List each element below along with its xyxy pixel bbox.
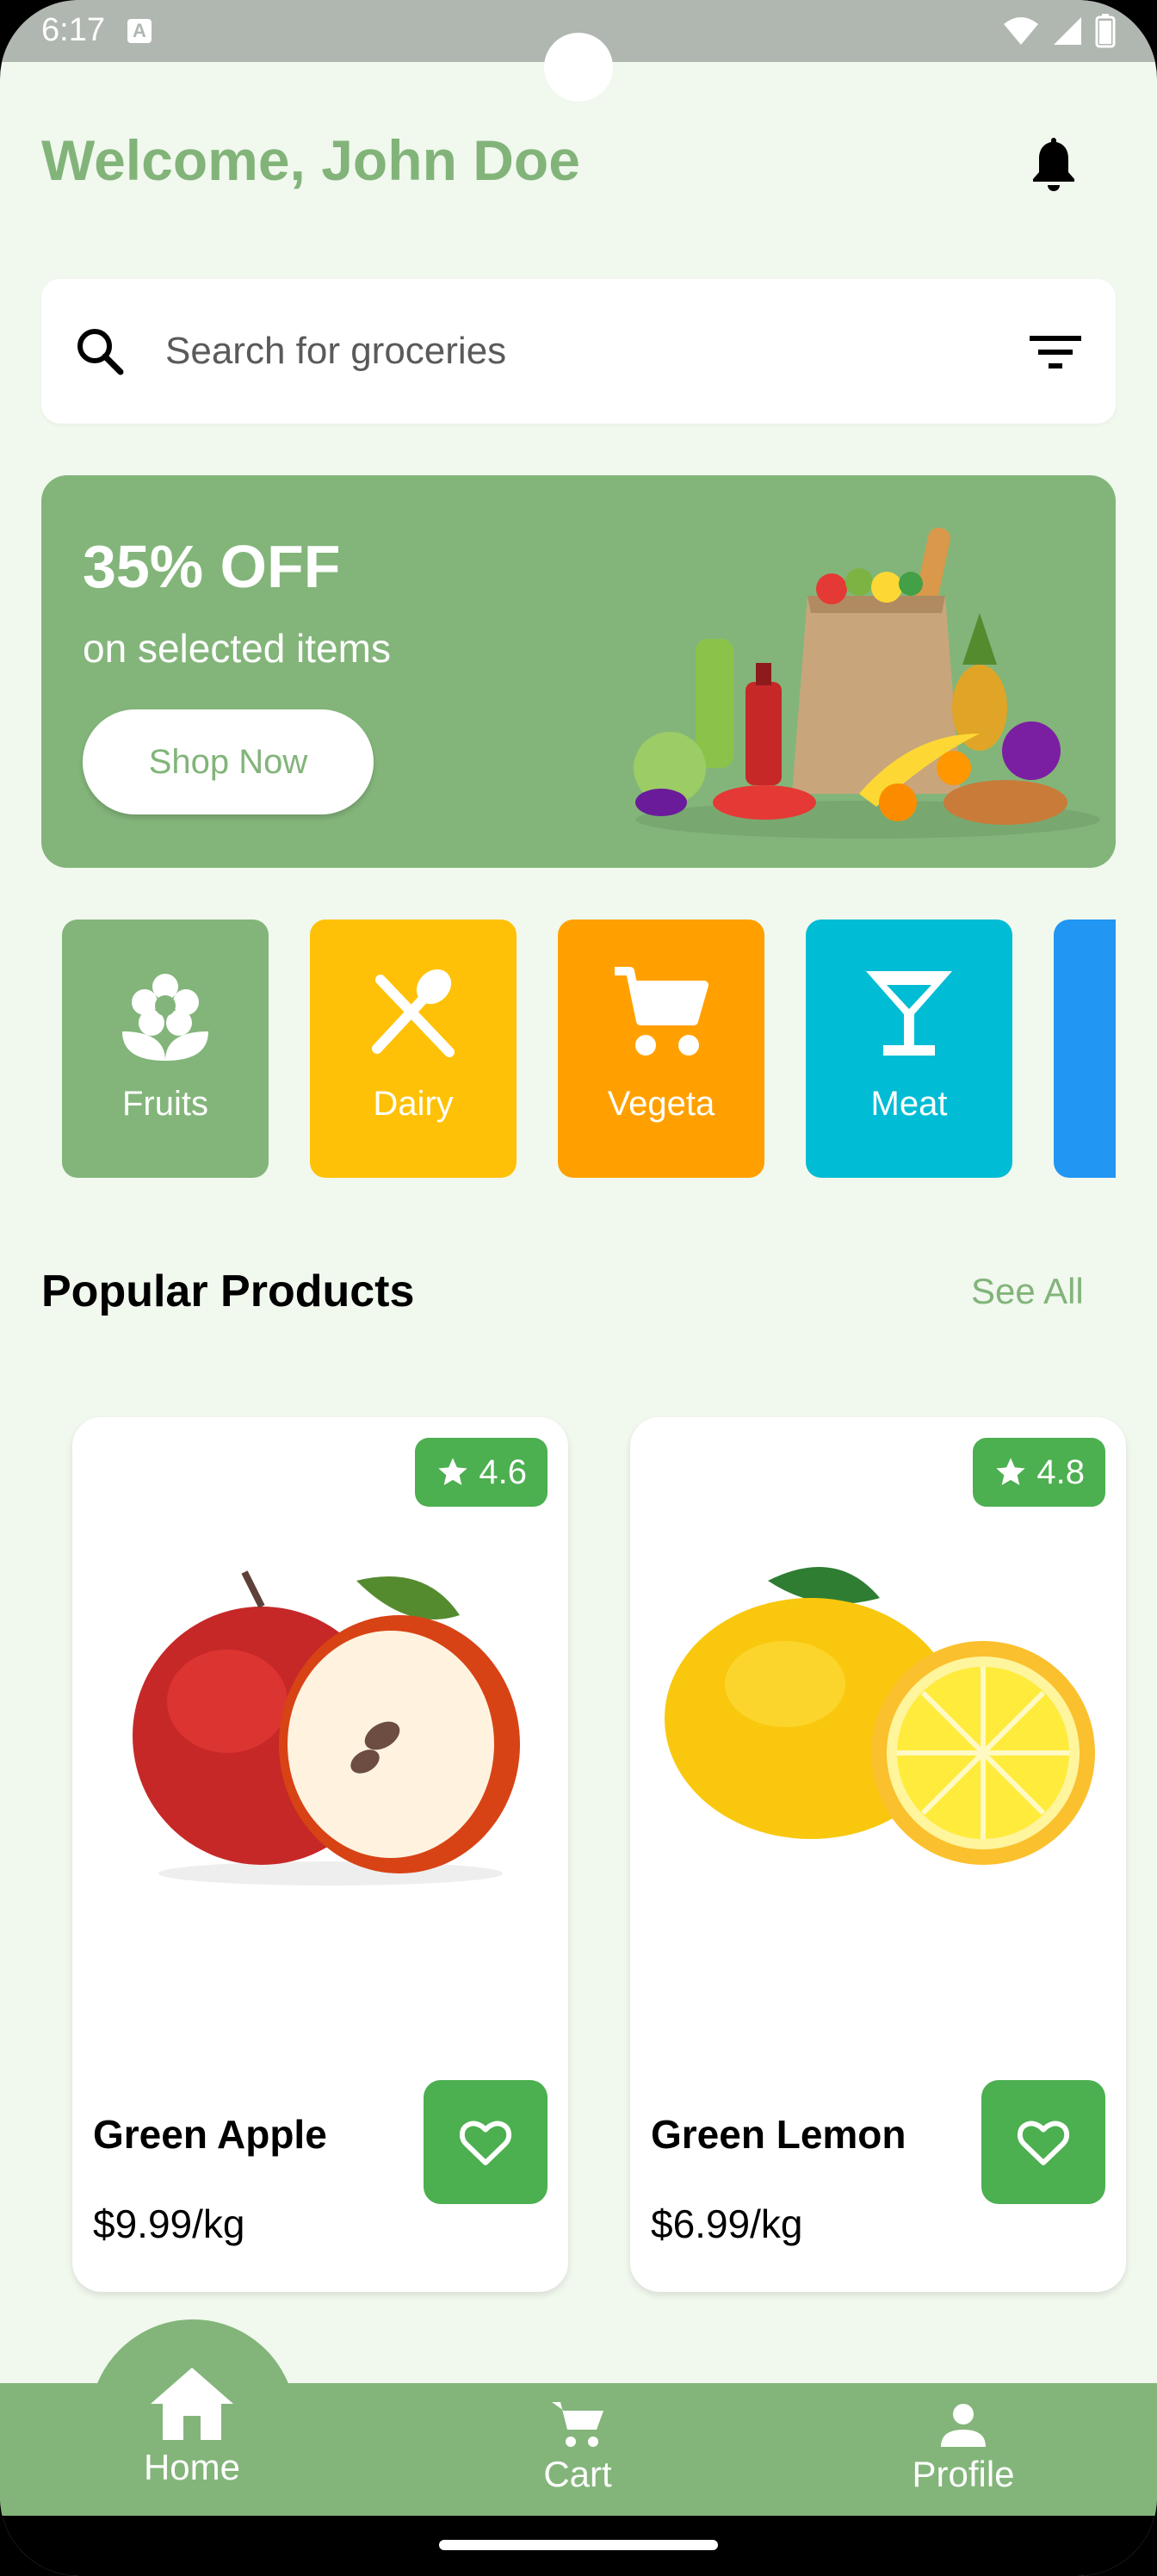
product-price: $6.99/kg xyxy=(651,2201,803,2246)
nav-home[interactable]: Home xyxy=(127,2364,257,2488)
nav-label: Profile xyxy=(912,2454,1015,2494)
section-title: Popular Products xyxy=(41,1266,415,1316)
promo-banner: 35% OFF on selected items Shop Now xyxy=(41,475,1116,868)
search-input[interactable] xyxy=(165,313,940,389)
promo-title: 35% OFF xyxy=(83,533,341,600)
status-time: 6:17 xyxy=(41,12,105,48)
nav-label: Cart xyxy=(543,2454,612,2494)
favorite-button[interactable] xyxy=(424,2080,548,2204)
lemon-image xyxy=(665,1567,1095,1865)
apple-image xyxy=(133,1570,520,1886)
product-card-green-lemon[interactable]: 4.8 Green Lemon $6.99/kg xyxy=(630,1417,1126,2292)
nav-label: Home xyxy=(143,2447,241,2487)
category-label: Meat xyxy=(870,1085,948,1123)
see-all-link[interactable]: See All xyxy=(971,1271,1084,1312)
category-label: Dairy xyxy=(373,1085,454,1123)
category-fruits[interactable]: Fruits xyxy=(62,920,269,1178)
grocery-bag-illustration xyxy=(634,527,1100,839)
category-dairy[interactable]: Dairy xyxy=(310,920,517,1178)
cart-icon xyxy=(615,967,708,1056)
app-screen: 6:17 A Welcome, John Doe 35% OFF on sele… xyxy=(0,0,1157,2576)
shop-now-button[interactable]: Shop Now xyxy=(83,709,374,814)
star-icon xyxy=(996,1458,1026,1485)
nav-cart[interactable]: Cart xyxy=(513,2399,642,2495)
category-label: Vegeta xyxy=(607,1085,715,1123)
search-bar xyxy=(41,279,1116,424)
product-price: $9.99/kg xyxy=(93,2201,245,2246)
flower-icon xyxy=(122,974,208,1061)
promo-subtitle: on selected items xyxy=(83,626,391,671)
category-label: Fruits xyxy=(122,1085,208,1123)
home-indicator[interactable] xyxy=(439,2540,718,2550)
category-vegetables[interactable]: Vegeta xyxy=(558,920,764,1178)
status-icons xyxy=(1002,14,1116,48)
favorite-button[interactable] xyxy=(981,2080,1105,2204)
page-title: Welcome, John Doe xyxy=(41,128,580,192)
heart-icon xyxy=(1018,2121,1069,2165)
rating-badge: 4.6 xyxy=(415,1438,548,1507)
rating-value: 4.6 xyxy=(479,1452,527,1491)
camera-cutout xyxy=(544,33,613,102)
home-icon xyxy=(151,2368,233,2440)
category-row: Fruits Dairy Vegeta Meat xyxy=(0,920,1116,1180)
rating-value: 4.8 xyxy=(1036,1452,1085,1491)
bell-icon[interactable] xyxy=(1028,134,1080,195)
search-icon xyxy=(77,329,124,375)
filter-icon[interactable] xyxy=(1026,331,1085,374)
product-name: Green Apple xyxy=(93,2112,327,2157)
wifi-icon xyxy=(1004,17,1038,45)
star-icon xyxy=(438,1458,468,1485)
product-card-green-apple[interactable]: 4.6 Green Apple $9.99/kg xyxy=(72,1417,568,2292)
battery-icon xyxy=(1095,14,1116,48)
category-meat[interactable]: Meat xyxy=(806,920,1012,1178)
cart-icon xyxy=(552,2402,603,2447)
category-partial[interactable] xyxy=(1054,920,1116,1178)
heart-icon xyxy=(460,2121,511,2165)
cocktail-icon xyxy=(866,971,952,1056)
rating-badge: 4.8 xyxy=(973,1438,1105,1507)
utensils-icon xyxy=(372,969,455,1057)
signal-icon xyxy=(1054,17,1081,45)
person-icon xyxy=(941,2404,986,2447)
notification-a-icon: A xyxy=(127,19,152,43)
product-name: Green Lemon xyxy=(651,2112,906,2157)
nav-profile[interactable]: Profile xyxy=(899,2402,1028,2495)
